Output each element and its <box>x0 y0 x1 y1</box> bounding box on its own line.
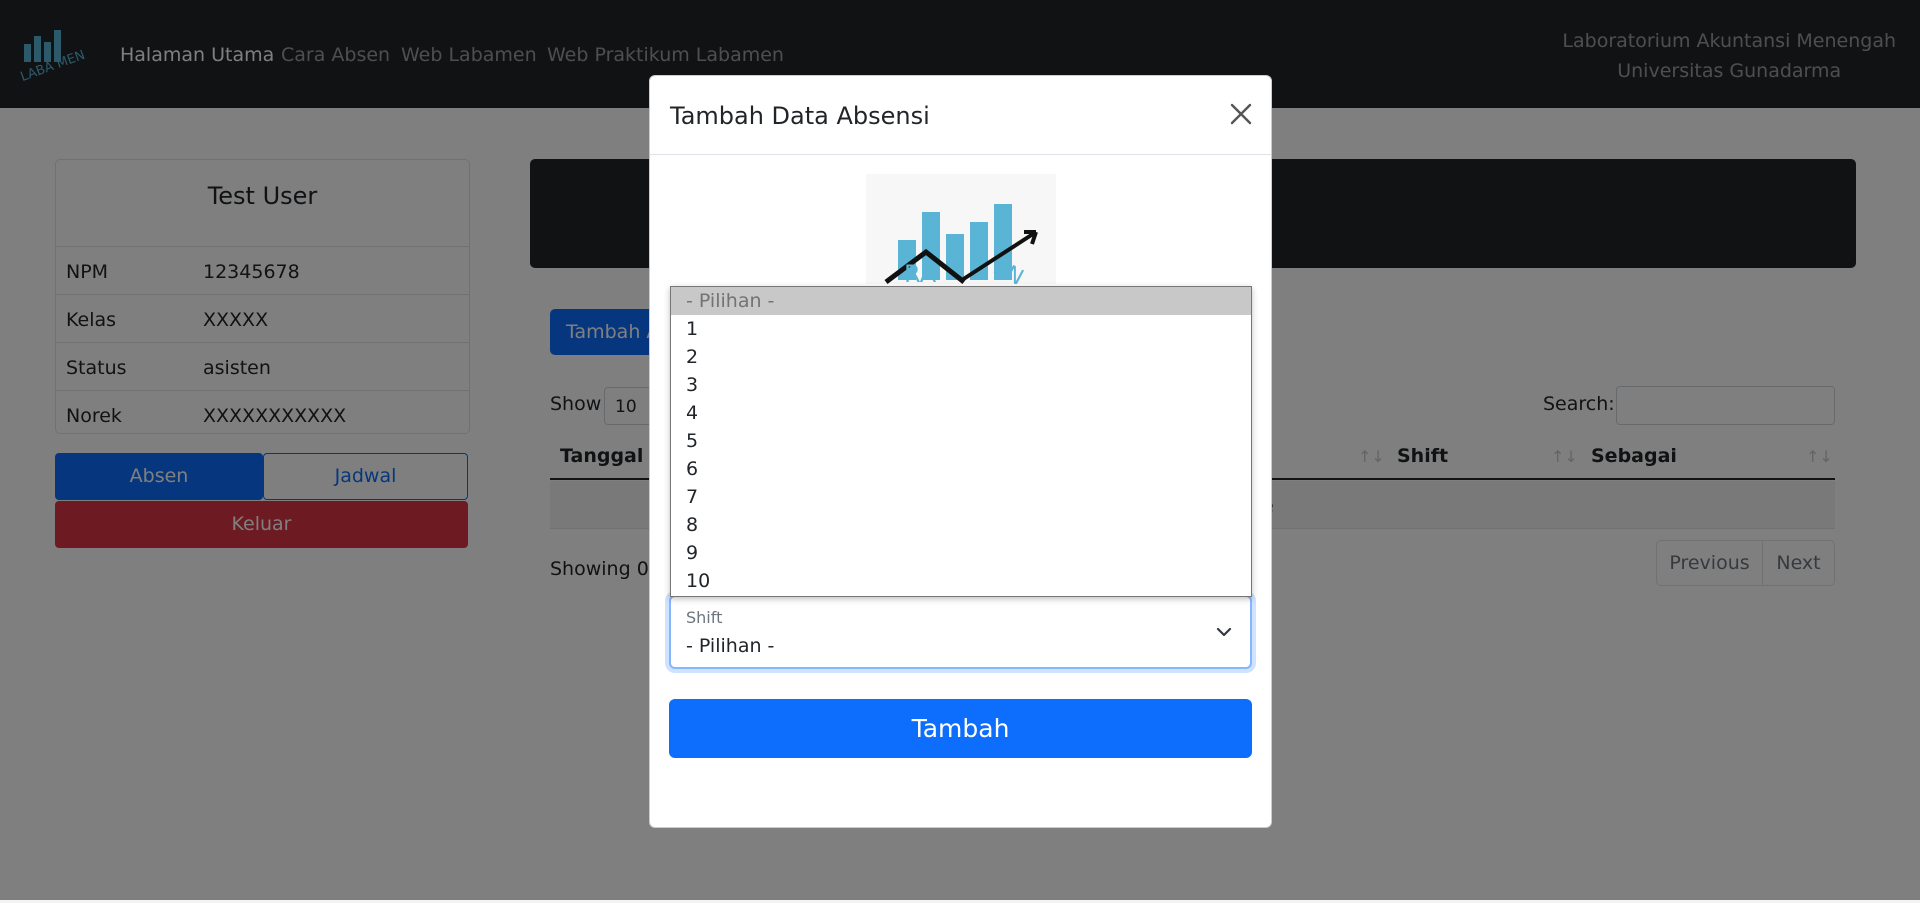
modal-header: Tambah Data Absensi <box>650 76 1271 155</box>
shift-label: Shift <box>686 608 723 627</box>
dropdown-option[interactable]: 4 <box>671 399 1251 427</box>
dropdown-option-placeholder[interactable]: - Pilihan - <box>671 287 1251 315</box>
shift-select[interactable]: Shift - Pilihan - <box>669 595 1252 669</box>
shift-dropdown-list: - Pilihan - 1 2 3 4 5 6 7 8 9 10 <box>670 286 1252 597</box>
logo-text-left: RA <box>904 260 937 284</box>
tambah-button[interactable]: Tambah <box>669 699 1252 758</box>
dropdown-option[interactable]: 7 <box>671 483 1251 511</box>
dropdown-option[interactable]: 5 <box>671 427 1251 455</box>
dropdown-option[interactable]: 10 <box>671 567 1251 595</box>
chevron-down-icon <box>1216 624 1232 640</box>
dropdown-option[interactable]: 1 <box>671 315 1251 343</box>
dropdown-option[interactable]: 2 <box>671 343 1251 371</box>
modal-title: Tambah Data Absensi <box>670 102 930 130</box>
dropdown-option[interactable]: 9 <box>671 539 1251 567</box>
page: LABA MEN Halaman Utama Cara Absen Web La… <box>0 0 1920 903</box>
dropdown-option[interactable]: 8 <box>671 511 1251 539</box>
labamen-logo: RA EN <box>866 174 1056 284</box>
dropdown-option[interactable]: 3 <box>671 371 1251 399</box>
shift-selected-value: - Pilihan - <box>686 635 775 657</box>
close-icon[interactable] <box>1227 100 1255 128</box>
dropdown-option[interactable]: 6 <box>671 455 1251 483</box>
